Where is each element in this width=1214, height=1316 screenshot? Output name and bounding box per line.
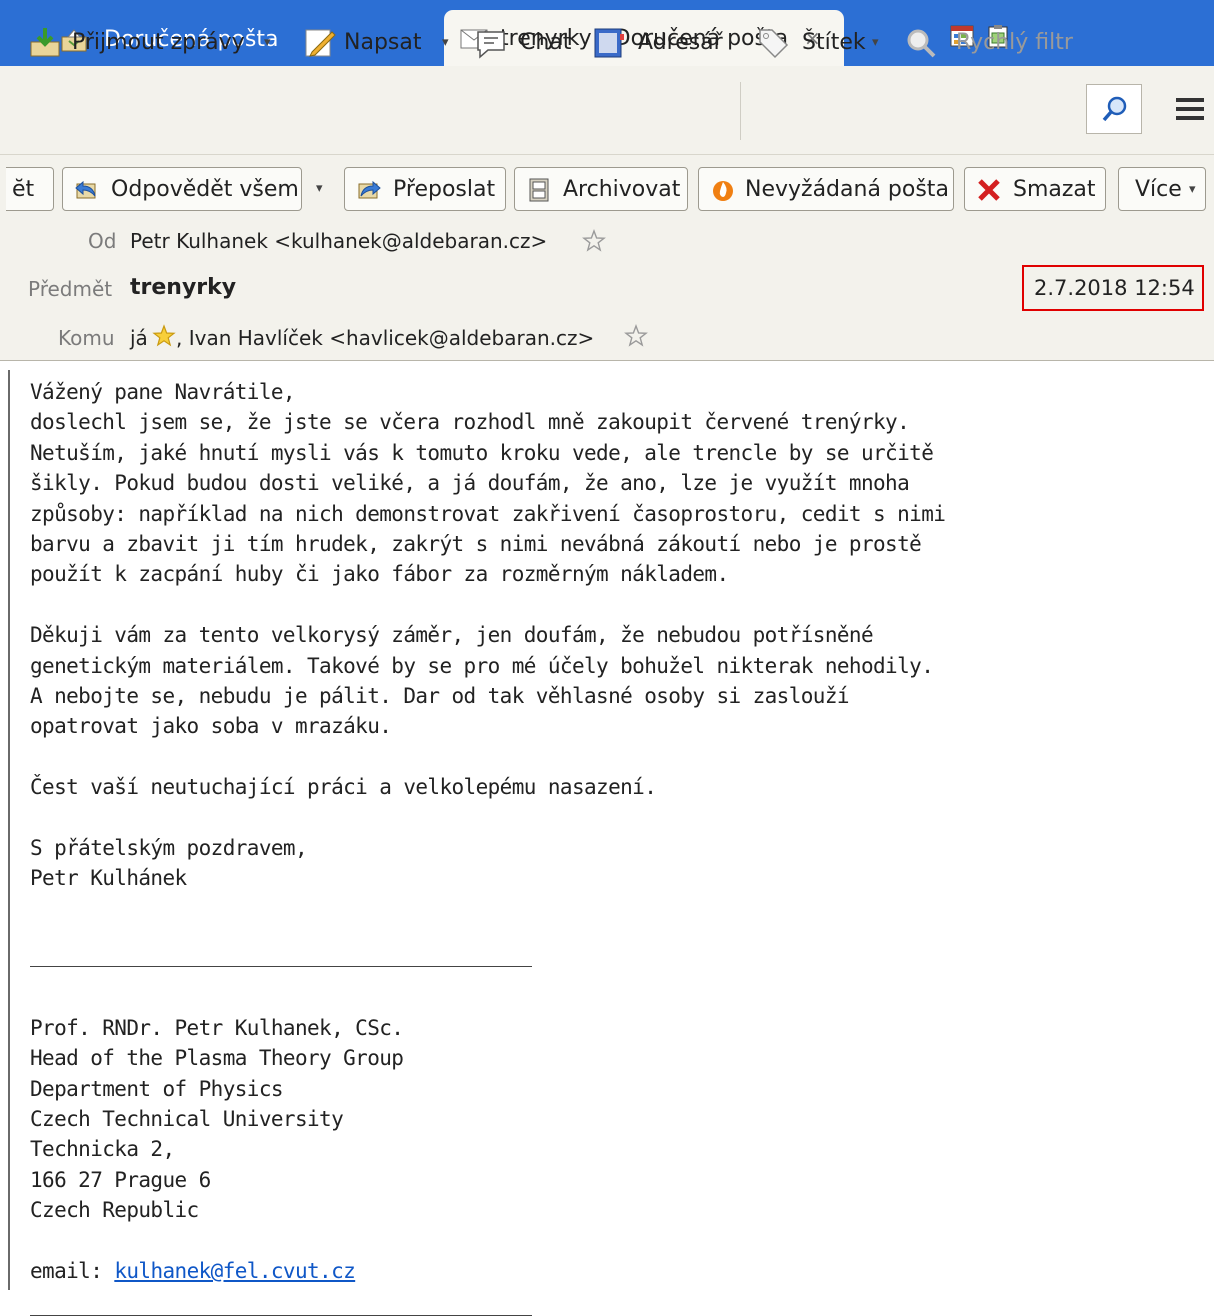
search-icon — [1102, 96, 1127, 122]
get-messages-icon — [30, 28, 60, 57]
to-label: Komu — [58, 326, 115, 350]
chat-button[interactable]: Chat — [474, 20, 578, 66]
app-menu-icon[interactable] — [1172, 94, 1204, 124]
email-label: email: — [30, 1259, 115, 1284]
subject-label: Předmět — [28, 277, 113, 301]
address-book-button[interactable]: Adresář — [592, 20, 732, 66]
message-date: 2.7.2018 12:54 — [1034, 276, 1195, 300]
get-messages-button[interactable]: Přijmout zprávy ▾ — [28, 20, 278, 66]
write-dropdown-icon[interactable]: ▾ — [442, 20, 449, 66]
archive-label: Archivovat — [563, 177, 681, 202]
junk-label: Nevyžádaná pošta — [745, 177, 949, 202]
tag-icon — [759, 29, 789, 59]
forward-button[interactable]: Přeposlat — [344, 167, 506, 211]
chat-label: Chat — [520, 30, 572, 55]
address-book-label: Adresář — [638, 30, 723, 55]
to-others-value[interactable]: , Ivan Havlíček <havlicek@aldebaran.cz> — [176, 326, 594, 350]
tag-dropdown-icon[interactable]: ▾ — [872, 20, 879, 66]
reply-all-dropdown-icon[interactable]: ▾ — [316, 181, 323, 196]
tag-button[interactable]: Štítek ▾ — [756, 20, 886, 66]
delete-label: Smazat — [1013, 177, 1096, 202]
delete-x-icon — [978, 179, 1000, 201]
quick-filter-button[interactable]: Rychlý filtr — [904, 20, 1074, 66]
reply-label: ĕt — [12, 177, 35, 202]
from-value[interactable]: Petr Kulhanek <kulhanek@aldebaran.cz> — [130, 229, 547, 253]
chat-bubble-icon — [477, 31, 505, 59]
forward-icon — [358, 180, 381, 199]
quick-filter-icon — [907, 29, 936, 58]
signature-divider — [30, 965, 532, 967]
tag-label: Štítek — [802, 30, 866, 55]
reply-all-icon — [75, 180, 96, 199]
pencil-write-icon — [305, 29, 336, 57]
from-label: Od — [88, 229, 117, 253]
reply-all-label: Odpovědět všem — [111, 177, 299, 202]
toolbar-separator — [740, 82, 741, 140]
quick-filter-label: Rychlý filtr — [956, 30, 1073, 55]
to-star-icon[interactable] — [624, 324, 648, 348]
more-button[interactable]: Více ▾ — [1118, 167, 1206, 211]
body-paragraph-3: Čest vaší neutuchající práci a velkolepé… — [30, 775, 657, 800]
archive-cabinet-icon — [529, 178, 549, 202]
body-closing: S přátelským pozdravem, Petr Kulhánek — [30, 836, 308, 891]
junk-flame-icon — [713, 181, 733, 201]
reply-button[interactable]: ĕt — [6, 167, 54, 211]
archive-button[interactable]: Archivovat — [514, 167, 688, 211]
from-star-icon[interactable] — [582, 229, 606, 253]
get-messages-dropdown-icon[interactable]: ▾ — [264, 20, 271, 66]
write-button[interactable]: Napsat ▾ — [302, 20, 462, 66]
body-paragraph-1: Vážený pane Navrátile, doslechl jsem se,… — [30, 380, 946, 587]
delete-button[interactable]: Smazat — [964, 167, 1106, 211]
subject-value: trenyrky — [130, 275, 237, 300]
body-text: Vážený pane Navrátile, doslechl jsem se,… — [30, 377, 946, 1316]
main-toolbar — [0, 66, 1214, 155]
signature-block: Prof. RNDr. Petr Kulhanek, CSc. Head of … — [30, 1015, 404, 1223]
more-label: Více — [1135, 177, 1182, 202]
junk-button[interactable]: Nevyžádaná pošta — [698, 167, 954, 211]
forward-label: Přeposlat — [393, 177, 496, 202]
message-body: Vážený pane Navrátile, doslechl jsem se,… — [8, 370, 1210, 1316]
search-box[interactable] — [1086, 84, 1142, 134]
signature-divider-bottom — [30, 1314, 532, 1316]
write-label: Napsat — [344, 30, 422, 55]
reply-all-button[interactable]: Odpovědět všem — [62, 167, 302, 211]
to-me-starred-icon[interactable] — [152, 324, 176, 348]
to-me-value[interactable]: já — [130, 326, 148, 350]
address-book-icon — [594, 28, 624, 58]
email-link[interactable]: kulhanek@fel.cvut.cz — [114, 1259, 355, 1283]
get-messages-label: Přijmout zprávy — [72, 30, 245, 55]
more-dropdown-icon: ▾ — [1189, 182, 1196, 197]
body-paragraph-2: Děkuji vám za tento velkorysý záměr, jen… — [30, 623, 934, 739]
